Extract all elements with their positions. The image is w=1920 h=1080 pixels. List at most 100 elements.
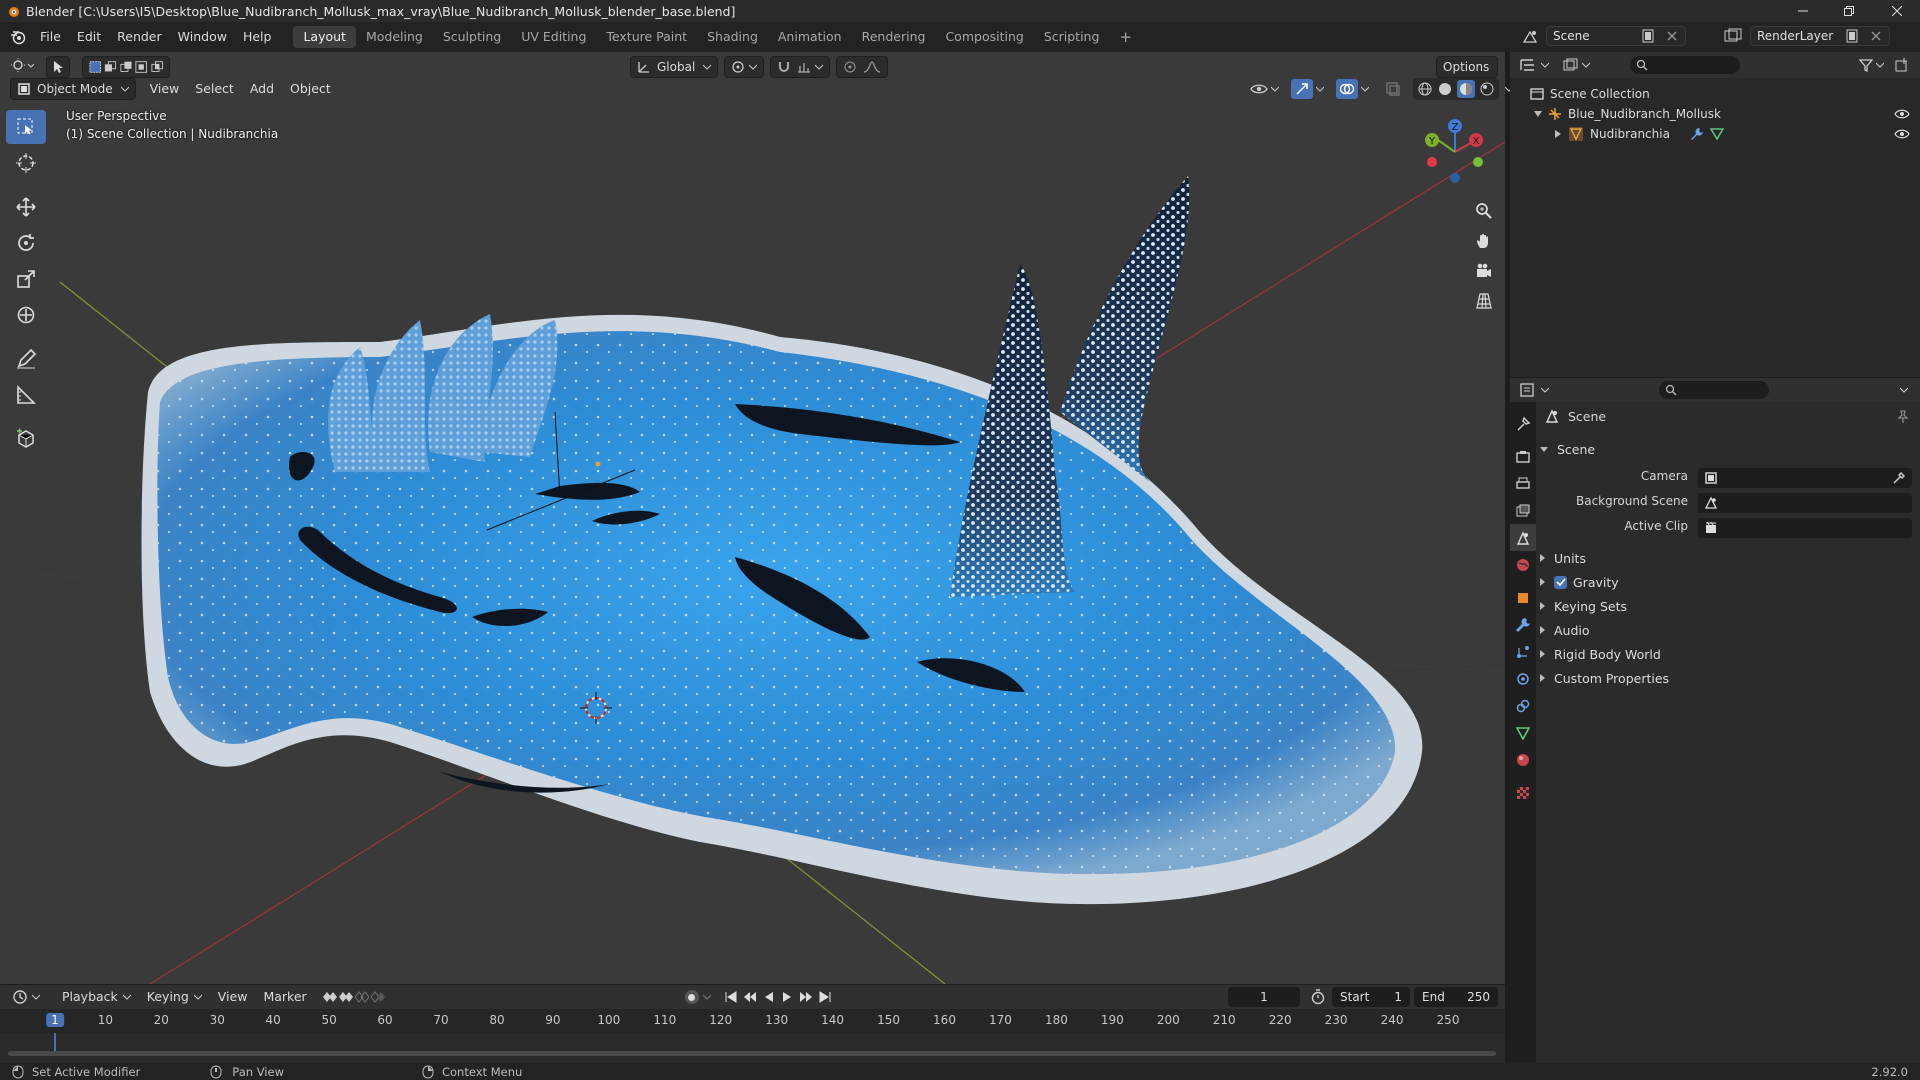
menu-playback[interactable]: Playback [54,986,139,1008]
select-new-icon[interactable] [89,60,101,74]
gizmo-neg-y-axis[interactable] [1473,157,1483,167]
jump-end-icon[interactable] [819,991,831,1003]
select-subtract-icon[interactable] [120,60,132,74]
keying-set-icon[interactable] [354,991,369,1003]
cursor-tool[interactable] [6,146,46,180]
menu-file[interactable]: File [32,26,69,48]
panel-units[interactable]: Units [1540,547,1586,569]
preview-range-toggle[interactable] [1310,989,1326,1005]
new-scene-icon[interactable] [1640,28,1656,44]
select-tool-button[interactable] [46,56,70,78]
start-frame-field[interactable]: Start 1 [1332,987,1410,1007]
visibility-dropdown[interactable] [1250,82,1279,96]
delete-scene-icon[interactable] [1666,30,1678,42]
perspective-toggle-button[interactable] [1470,286,1498,316]
outliner-item-mesh[interactable]: Nudibranchia [1510,124,1920,144]
background-scene-field[interactable] [1698,493,1912,513]
nudibranch-model[interactable] [141,176,1423,905]
measure-tool[interactable] [6,378,46,412]
select-intersect-icon[interactable] [151,60,163,74]
tab-world[interactable] [1510,551,1536,578]
select-extend-icon[interactable] [104,60,117,74]
gravity-checkbox[interactable] [1554,575,1567,589]
properties-search-input[interactable] [1659,381,1769,399]
maximize-button[interactable] [1826,0,1872,22]
editor-type-dropdown[interactable] [10,56,34,74]
jump-prev-keyframe-icon[interactable] [743,991,757,1003]
menu-view[interactable]: View [142,78,188,100]
menu-marker[interactable]: Marker [255,986,314,1008]
active-clip-field[interactable] [1698,518,1912,538]
auto-keying-settings-icon[interactable] [370,991,385,1003]
tab-constraints[interactable] [1510,692,1536,719]
pin-icon[interactable] [1896,410,1910,424]
gizmo-neg-x-axis[interactable] [1427,157,1437,167]
tab-compositing[interactable]: Compositing [935,26,1033,48]
solid-shading-icon[interactable] [1437,81,1453,97]
tab-animation[interactable]: Animation [768,26,852,48]
tab-render[interactable] [1510,443,1536,470]
render-layer-field[interactable]: RenderLayer [1750,26,1890,46]
object-mode-dropdown[interactable]: Object Mode [10,78,136,100]
proportional-edit-toggle[interactable] [836,56,889,78]
tab-material[interactable] [1510,746,1536,773]
visibility-eye-icon[interactable] [1894,108,1910,120]
rendered-shading-icon[interactable] [1479,81,1495,97]
xray-toggle[interactable] [1385,81,1401,97]
annotate-tool[interactable] [6,342,46,376]
filter-dropdown[interactable] [1859,58,1884,72]
menu-render[interactable]: Render [109,26,170,48]
blender-menu-icon[interactable] [10,29,26,45]
keyframe-insert-icon[interactable] [338,991,353,1003]
tab-shading[interactable]: Shading [697,26,768,48]
wireframe-shading-icon[interactable] [1417,81,1433,97]
menu-select[interactable]: Select [187,78,242,100]
tab-uv-editing[interactable]: UV Editing [511,26,596,48]
menu-help[interactable]: Help [235,26,280,48]
outliner-editor-type-dropdown[interactable] [1520,58,1549,72]
play-reverse-icon[interactable] [763,991,775,1003]
display-mode-dropdown[interactable] [1563,58,1590,72]
pivot-point-dropdown[interactable] [724,56,765,78]
render-layer-selector[interactable]: RenderLayer [1724,26,1890,46]
tab-sculpting[interactable]: Sculpting [433,26,511,48]
tab-object[interactable] [1510,584,1536,611]
overlays-toggle[interactable] [1336,79,1369,99]
tab-particles[interactable] [1510,638,1536,665]
tab-modeling[interactable]: Modeling [356,26,433,48]
3d-viewport[interactable] [0,52,1505,984]
camera-field[interactable] [1698,468,1912,488]
tab-modifiers[interactable] [1510,611,1536,638]
new-collection-button[interactable] [1894,57,1910,73]
rotate-tool[interactable] [6,226,46,260]
gizmo-toggle[interactable] [1291,79,1324,99]
menu-object[interactable]: Object [282,78,339,100]
tab-data[interactable] [1510,719,1536,746]
keyframe-prev-icon[interactable] [322,991,337,1003]
panel-custom-properties[interactable]: Custom Properties [1540,667,1669,689]
play-icon[interactable] [781,991,793,1003]
select-box-tool[interactable] [6,110,46,144]
viewport-scene[interactable] [0,52,1505,984]
material-preview-shading-button[interactable] [1457,80,1475,98]
scene-name-field[interactable]: Scene [1546,26,1686,46]
select-invert-icon[interactable] [135,60,148,74]
move-tool[interactable] [6,190,46,224]
transform-orientation-dropdown[interactable]: Global [630,56,719,78]
timeline-scrollbar[interactable] [8,1051,1496,1056]
gizmo-neg-z-axis[interactable] [1450,173,1460,183]
timeline-keyframe-area[interactable] [0,1033,1505,1063]
minimize-button[interactable] [1780,0,1826,22]
properties-options-chevron-icon[interactable] [1900,387,1908,393]
tab-texture[interactable] [1510,779,1536,806]
visibility-eye-icon[interactable] [1894,128,1910,140]
snap-toggle[interactable] [770,56,831,78]
auto-keying-toggle[interactable] [684,990,711,1004]
tab-physics[interactable] [1510,665,1536,692]
delete-render-layer-icon[interactable] [1870,30,1882,42]
menu-window[interactable]: Window [170,26,235,48]
navigation-gizmo[interactable]: Z X Y [1420,112,1500,192]
add-cube-tool[interactable] [6,422,46,456]
scale-tool[interactable] [6,262,46,296]
menu-edit[interactable]: Edit [69,26,109,48]
